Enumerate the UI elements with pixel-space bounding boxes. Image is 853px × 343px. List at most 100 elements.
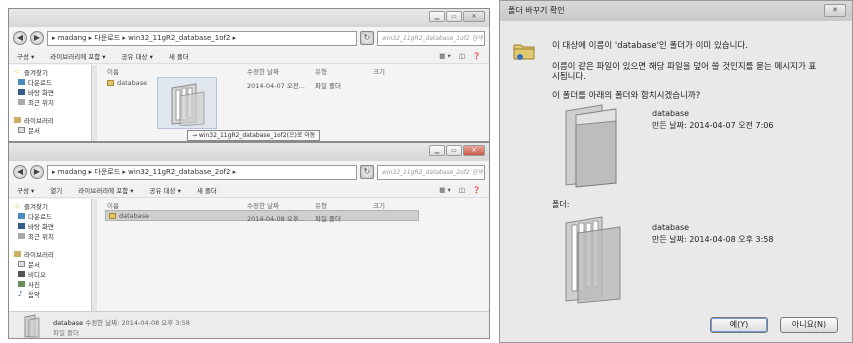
folder-replace-dialog: 폴더 바꾸기 확인 ✕ 이 대상에 이름이 'database'인 폴더가 이미…	[499, 0, 853, 343]
navigation-pane: ☆ 즐겨찾기 다운로드 바탕 화면 최근 위치 라이브러리 문서	[9, 65, 97, 141]
command-bar: 구성 ▾ 라이브러리에 포함 ▾ 공유 대상 ▾ 새 폴더 ▦ ▾ ◫ ❓	[9, 49, 489, 64]
star-icon: ☆	[14, 202, 21, 210]
library-icon	[14, 117, 21, 123]
document-icon	[18, 127, 25, 133]
preview-pane-icon[interactable]: ◫	[459, 52, 465, 60]
nav-pictures[interactable]: 사진	[9, 279, 96, 289]
organize-menu[interactable]: 구성 ▾	[17, 51, 34, 61]
existing-folder-name: database	[652, 109, 690, 118]
include-in-library-menu[interactable]: 라이브러리에 포함 ▾	[78, 185, 133, 195]
column-type[interactable]: 유형	[315, 200, 327, 210]
music-icon: ♪	[18, 290, 23, 298]
maximize-button[interactable]: ▭	[446, 11, 462, 22]
file-date: 2014-04-07 오전...	[247, 82, 305, 90]
open-button[interactable]: 열기	[50, 185, 62, 195]
column-size[interactable]: 크기	[373, 66, 385, 76]
address-bar[interactable]: ▸ madang ▸ 다운로드 ▸ win32_11gR2_database_2…	[47, 164, 357, 180]
video-icon	[18, 271, 25, 277]
new-folder-name: database	[652, 223, 690, 232]
explorer-window-2of2: ▁ ▭ ✕ ◀ ▶ ▸ madang ▸ 다운로드 ▸ win32_11gR2_…	[8, 142, 490, 339]
column-name[interactable]: 이름	[107, 200, 119, 210]
share-with-menu[interactable]: 공유 대상 ▾	[150, 185, 181, 195]
navigation-pane: ☆ 즐겨찾기 다운로드 바탕 화면 최근 위치 라이브러리 문서 비디오 사진 ♪…	[9, 199, 97, 311]
dialog-message-overwrite-2: 시됩니다.	[552, 72, 586, 82]
desktop-icon	[18, 223, 25, 229]
dialog-close-button[interactable]: ✕	[824, 4, 846, 17]
nav-music[interactable]: ♪ 음악	[9, 289, 96, 300]
nav-libraries[interactable]: 라이브러리	[9, 115, 96, 125]
folder-icon	[107, 80, 114, 86]
close-button[interactable]: ✕	[463, 11, 485, 22]
back-button[interactable]: ◀	[13, 165, 27, 179]
organize-menu[interactable]: 구성 ▾	[17, 185, 34, 195]
close-button[interactable]: ✕	[463, 145, 485, 156]
nav-documents[interactable]: 문서	[9, 125, 96, 135]
file-type: 파일 폴더	[315, 215, 341, 223]
nav-documents[interactable]: 문서	[9, 259, 96, 269]
nav-favorites[interactable]: ☆ 즐겨찾기	[9, 201, 96, 212]
folder-thumbnail-icon	[24, 314, 40, 338]
nav-favorites[interactable]: ☆ 즐겨찾기	[9, 67, 96, 78]
dialog-message-exists: 이 대상에 이름이 'database'인 폴더가 이미 있습니다.	[552, 41, 748, 51]
file-date: 2014-04-08 오후...	[247, 215, 305, 223]
address-bar[interactable]: ▸ madang ▸ 다운로드 ▸ win32_11gR2_database_1…	[47, 30, 357, 46]
existing-folder-icon	[565, 104, 617, 188]
column-date[interactable]: 수정한 날짜	[247, 200, 279, 210]
nav-scrollbar[interactable]	[91, 65, 97, 141]
minimize-button[interactable]: ▁	[429, 145, 445, 156]
maximize-button[interactable]: ▭	[446, 145, 462, 156]
include-in-library-menu[interactable]: 라이브러리에 포함 ▾	[50, 51, 105, 61]
view-options-icon[interactable]: ▦ ▾	[439, 52, 450, 60]
new-folder-button[interactable]: 새 폴더	[169, 51, 189, 61]
nav-scrollbar[interactable]	[91, 199, 97, 311]
downloads-icon	[18, 213, 25, 219]
drag-ghost	[157, 77, 217, 129]
nav-videos[interactable]: 비디오	[9, 269, 96, 279]
minimize-button[interactable]: ▁	[429, 11, 445, 22]
folder-warning-icon	[513, 44, 535, 60]
file-row[interactable]: database	[107, 78, 147, 88]
document-icon	[18, 261, 25, 267]
picture-icon	[18, 281, 25, 287]
refresh-button[interactable]: ↻	[360, 31, 374, 45]
nav-libraries[interactable]: 라이브러리	[9, 249, 96, 259]
nav-downloads[interactable]: 다운로드	[9, 77, 96, 87]
nav-recent[interactable]: 최근 위치	[9, 231, 96, 241]
forward-button[interactable]: ▶	[30, 165, 44, 179]
nav-desktop[interactable]: 바탕 화면	[9, 221, 96, 231]
new-folder-date: 만든 날짜: 2014-04-08 오후 3:58	[652, 235, 774, 244]
folder-icon	[109, 213, 116, 219]
details-type: 파일 폴더	[53, 329, 79, 337]
preview-pane-icon[interactable]: ◫	[459, 186, 465, 194]
new-folder-button[interactable]: 새 폴더	[197, 185, 217, 195]
column-date[interactable]: 수정한 날짜	[247, 66, 279, 76]
column-type[interactable]: 유형	[315, 66, 327, 76]
dialog-message-overwrite-1: 이름이 같은 파일이 있으면 해당 파일을 덮어 쓸 것인지를 묻는 메시지가 …	[552, 62, 817, 72]
forward-button[interactable]: ▶	[30, 31, 44, 45]
nav-recent[interactable]: 최근 위치	[9, 97, 96, 107]
new-folder-icon	[565, 216, 621, 304]
nav-downloads[interactable]: 다운로드	[9, 211, 96, 221]
nav-desktop[interactable]: 바탕 화면	[9, 87, 96, 97]
help-icon[interactable]: ❓	[473, 52, 481, 60]
yes-button[interactable]: 예(Y)	[710, 317, 768, 333]
downloads-icon	[18, 79, 25, 85]
dragged-folder-icon	[171, 83, 205, 127]
refresh-button[interactable]: ↻	[360, 165, 374, 179]
library-icon	[14, 251, 21, 257]
view-options-icon[interactable]: ▦ ▾	[439, 186, 450, 194]
search-input[interactable]: win32_11gR2_database_2of2 검색	[377, 164, 485, 180]
share-with-menu[interactable]: 공유 대상 ▾	[122, 51, 153, 61]
no-button[interactable]: 아니요(N)	[780, 317, 838, 333]
title-bar: ▁ ▭ ✕	[9, 143, 489, 161]
column-size[interactable]: 크기	[373, 200, 385, 210]
existing-folder-date: 만든 날짜: 2014-04-07 오전 7:06	[652, 121, 774, 130]
file-row[interactable]: database	[109, 211, 149, 221]
column-name[interactable]: 이름	[107, 66, 119, 76]
help-icon[interactable]: ❓	[473, 186, 481, 194]
back-button[interactable]: ◀	[13, 31, 27, 45]
dialog-question: 이 폴더를 아래의 폴더와 합치시겠습니까?	[552, 91, 701, 101]
explorer-window-1of2: ▁ ▭ ✕ ◀ ▶ ▸ madang ▸ 다운로드 ▸ win32_11gR2_…	[8, 8, 490, 142]
recent-places-icon	[18, 233, 25, 239]
search-input[interactable]: win32_11gR2_database_1of2 검색	[377, 30, 485, 46]
